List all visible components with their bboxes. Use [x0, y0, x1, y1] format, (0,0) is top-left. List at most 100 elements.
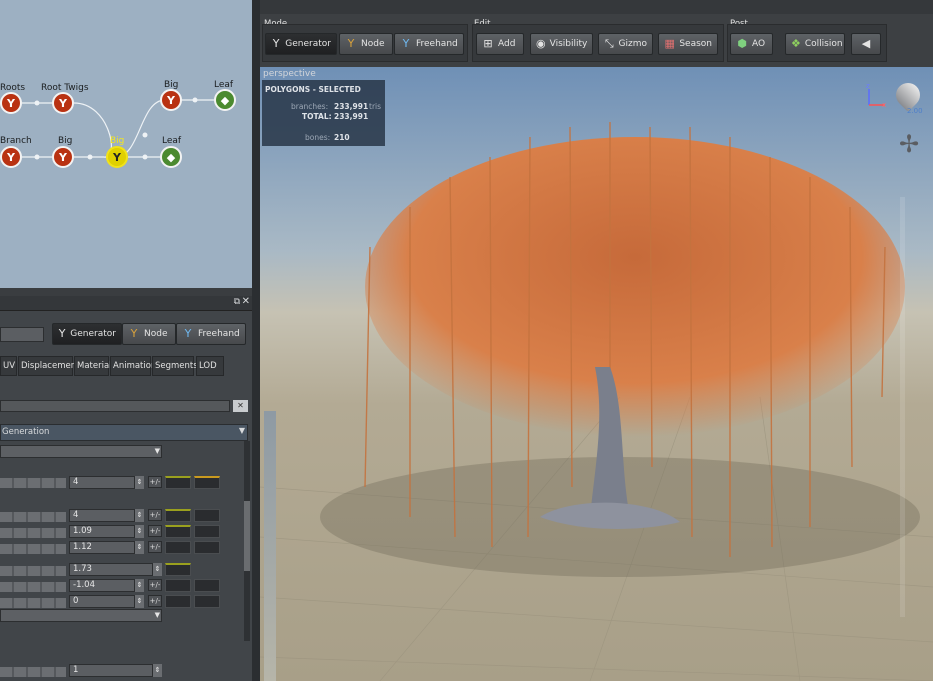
value-field-7[interactable]: 0: [69, 595, 135, 608]
spin-icon[interactable]: ⇕: [135, 525, 144, 538]
slider-4[interactable]: [0, 544, 66, 554]
light-value: 2.00: [907, 107, 923, 115]
slider-1[interactable]: [0, 478, 66, 488]
slider-2[interactable]: [0, 512, 66, 522]
node-label-big-selected: Big: [110, 136, 125, 146]
curve-swatch[interactable]: [194, 476, 220, 489]
float-icon[interactable]: ⧉: [234, 297, 240, 307]
plus-minus-button[interactable]: +/-: [148, 476, 162, 488]
tab-uv[interactable]: UV: [0, 356, 17, 376]
spin-icon[interactable]: ⇕: [135, 476, 144, 489]
plus-minus-button[interactable]: +/-: [148, 579, 162, 591]
curve-swatch[interactable]: [165, 563, 191, 576]
value-field-1[interactable]: 4: [69, 476, 135, 489]
search-field[interactable]: [0, 400, 230, 412]
camera-label[interactable]: perspective: [263, 69, 316, 79]
wind-gauge: [900, 197, 905, 617]
tab-material[interactable]: Material: [74, 356, 112, 376]
tab-segments[interactable]: Segments: [152, 356, 198, 376]
spin-icon[interactable]: ⇕: [135, 595, 144, 608]
panel-freehand-button[interactable]: Y Freehand: [176, 323, 246, 345]
scrollbar-thumb[interactable]: [244, 501, 250, 571]
plus-minus-button[interactable]: +/-: [148, 525, 162, 537]
tris-label: tris: [369, 102, 382, 111]
node-leaf-lower[interactable]: ◆: [160, 146, 182, 168]
collision-button[interactable]: ❖ Collision: [785, 33, 845, 55]
curve-swatch[interactable]: [194, 509, 220, 522]
value-field-2[interactable]: 4: [69, 509, 135, 522]
plus-minus-button[interactable]: +/-: [148, 595, 162, 607]
plus-minus-button[interactable]: +/-: [148, 541, 162, 553]
tree-icon: Y: [113, 150, 121, 164]
spin-icon[interactable]: ⇕: [135, 579, 144, 592]
panel-node-button[interactable]: Y Node: [122, 323, 176, 345]
curve-swatch[interactable]: [165, 525, 191, 538]
panel-splitter[interactable]: [252, 0, 260, 681]
node-graph[interactable]: Roots Y Root Twigs Y Big Y Leaf ◆ Branch…: [0, 0, 252, 288]
clear-search-icon[interactable]: ✕: [233, 400, 248, 412]
node-connections: [22, 97, 215, 160]
gizmo-button[interactable]: ⤡ Gizmo: [598, 33, 653, 55]
freehand-mode-button[interactable]: Y Freehand: [394, 33, 464, 55]
curve-swatch[interactable]: [194, 579, 220, 592]
ao-button[interactable]: ⬢ AO: [730, 33, 773, 55]
node-leaf-upper[interactable]: ◆: [214, 89, 236, 111]
section-header[interactable]: Generation ▼: [0, 424, 248, 441]
node-big-lower[interactable]: Y: [52, 146, 74, 168]
name-field[interactable]: [0, 327, 44, 342]
value-field-3[interactable]: 1.09: [69, 525, 135, 538]
option-select[interactable]: ▼: [0, 609, 162, 622]
curve-swatch[interactable]: [194, 595, 220, 608]
leaf-icon: ◆: [220, 93, 230, 107]
tab-displacement[interactable]: Displacement: [18, 356, 79, 376]
toolbar-strip: [260, 0, 933, 14]
add-button[interactable]: ⊞ Add: [476, 33, 524, 55]
curve-swatch[interactable]: [165, 595, 191, 608]
spin-icon[interactable]: ⇕: [135, 541, 144, 554]
curve-swatch[interactable]: [165, 579, 191, 592]
value-field-4[interactable]: 1.12: [69, 541, 135, 554]
node-roots[interactable]: Y: [0, 92, 22, 114]
spin-icon[interactable]: ⇕: [153, 664, 162, 677]
slider-6[interactable]: [0, 582, 66, 592]
visibility-button[interactable]: ◉ Visibility: [530, 33, 593, 55]
panel-scrollbar[interactable]: [244, 441, 250, 641]
collapse-icon[interactable]: ▼: [239, 426, 245, 435]
slider-3[interactable]: [0, 528, 66, 538]
generator-type-select[interactable]: ▼: [0, 445, 162, 458]
3d-viewport[interactable]: perspective POLYGONS - SELECTED branches…: [260, 67, 933, 681]
plus-minus-button[interactable]: +/-: [148, 509, 162, 521]
curve-swatch[interactable]: [165, 509, 191, 522]
slider-8[interactable]: [0, 667, 66, 677]
spin-icon[interactable]: ⇕: [153, 563, 162, 576]
value-field-8[interactable]: 1: [69, 664, 153, 677]
stats-title: POLYGONS - SELECTED: [265, 85, 361, 94]
node-big-selected[interactable]: Y: [106, 146, 128, 168]
close-icon[interactable]: ✕: [242, 296, 250, 307]
node-mode-button[interactable]: Y Node: [339, 33, 393, 55]
node-branch[interactable]: Y: [0, 146, 22, 168]
slider-5[interactable]: [0, 566, 66, 576]
panel-generator-button[interactable]: Y Generator: [52, 323, 122, 345]
generator-icon: Y: [58, 327, 66, 340]
back-button[interactable]: ◀: [851, 33, 881, 55]
node-root-twigs[interactable]: Y: [52, 92, 74, 114]
curve-swatch[interactable]: [165, 541, 191, 554]
curve-swatch[interactable]: [194, 541, 220, 554]
bones-value: 210: [334, 133, 350, 142]
curve-swatch[interactable]: [165, 476, 191, 489]
tab-lod[interactable]: LOD: [196, 356, 224, 376]
slider-7[interactable]: [0, 598, 66, 608]
curve-swatch[interactable]: [194, 525, 220, 538]
node-big-upper[interactable]: Y: [160, 89, 182, 111]
tab-animation[interactable]: Animation: [110, 356, 156, 376]
value-field-6[interactable]: -1.04: [69, 579, 135, 592]
season-button[interactable]: ▦ Season: [658, 33, 718, 55]
main-toolbar: Mode YGenerator YNode YFreehand Edit ⊞Ad…: [260, 0, 933, 67]
freehand-icon: Y: [402, 37, 410, 50]
wind-fan-icon[interactable]: ✢: [899, 130, 919, 158]
generator-mode-button[interactable]: Y Generator: [265, 33, 337, 55]
value-field-5[interactable]: 1.73: [69, 563, 153, 576]
spin-icon[interactable]: ⇕: [135, 509, 144, 522]
node-label-big: Big: [58, 136, 73, 146]
